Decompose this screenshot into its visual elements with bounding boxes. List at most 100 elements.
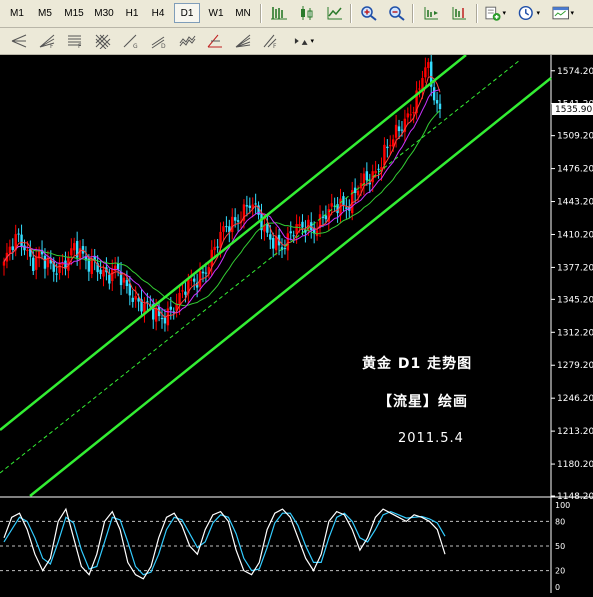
price-tick-label: 1246.20 bbox=[557, 394, 593, 404]
candle-body bbox=[295, 224, 298, 234]
candle-body bbox=[286, 233, 290, 251]
chart-annotation-date: 2011.5.4 bbox=[398, 431, 464, 446]
timeframe-w1-button[interactable]: W1 bbox=[204, 3, 228, 23]
candle-body bbox=[397, 126, 401, 132]
candle-body bbox=[383, 144, 386, 166]
candle-body bbox=[298, 224, 301, 227]
channel-lower-line bbox=[29, 77, 552, 497]
candle-body bbox=[78, 248, 82, 260]
svg-text:F: F bbox=[50, 43, 54, 49]
fibonacci-time-zones-icon[interactable]: F bbox=[260, 31, 282, 51]
arrows-icon[interactable]: ▾ bbox=[292, 31, 314, 51]
timeframe-h4-button[interactable]: H4 bbox=[146, 3, 170, 23]
fibonacci-fan-icon[interactable]: F bbox=[36, 31, 58, 51]
candle-body bbox=[43, 255, 47, 269]
templates-icon[interactable]: ▾ bbox=[552, 3, 574, 23]
price-tick-label: 1509.20 bbox=[557, 132, 593, 142]
candle-body bbox=[435, 100, 439, 104]
candle-body bbox=[374, 170, 377, 174]
candle-body bbox=[122, 277, 126, 283]
gann-grid-icon[interactable] bbox=[92, 31, 114, 51]
candle-body bbox=[102, 269, 105, 277]
candle-body bbox=[301, 221, 304, 228]
price-tick-label: 1410.20 bbox=[557, 230, 593, 240]
candle-body bbox=[166, 308, 170, 326]
candle-body bbox=[386, 146, 389, 149]
timeframe-m30-button[interactable]: M30 bbox=[90, 3, 118, 23]
regression-channel-icon[interactable] bbox=[176, 31, 198, 51]
stoch-scale-label: 100 bbox=[555, 501, 570, 510]
candle-body bbox=[46, 258, 50, 268]
bar-chart-icon[interactable] bbox=[268, 3, 290, 23]
periods-icon[interactable]: ▾ bbox=[518, 3, 540, 23]
chart-canvas[interactable]: 1574.201541.201509.201476.201443.201410.… bbox=[0, 51, 593, 593]
candle-body bbox=[289, 231, 292, 234]
equidistant-channel-icon[interactable]: D bbox=[148, 31, 170, 51]
line-chart-icon[interactable] bbox=[324, 3, 346, 23]
auto-scroll-icon[interactable] bbox=[448, 3, 470, 23]
candle-body bbox=[26, 249, 29, 252]
timeframe-m1-button[interactable]: M1 bbox=[4, 3, 30, 23]
candle-body bbox=[201, 271, 205, 274]
timeframe-d1-button[interactable]: D1 bbox=[174, 3, 200, 23]
candle-body bbox=[58, 263, 61, 273]
candle-body bbox=[90, 258, 93, 275]
price-tick-label: 1574.20 bbox=[557, 67, 593, 77]
svg-text:D: D bbox=[161, 43, 166, 49]
candle-body bbox=[73, 243, 76, 251]
timeframe-m15-button[interactable]: M15 bbox=[60, 3, 88, 23]
timeframe-m5-button[interactable]: M5 bbox=[32, 3, 58, 23]
price-tick-label: 1443.20 bbox=[557, 198, 593, 208]
timeframe-h1-button[interactable]: H1 bbox=[120, 3, 144, 23]
timeframe-mn-button[interactable]: MN bbox=[230, 3, 256, 23]
candle-body bbox=[8, 246, 12, 254]
candle-body bbox=[146, 301, 149, 303]
candle-body bbox=[315, 230, 319, 237]
fibonacci-retracement-icon[interactable]: F bbox=[64, 31, 86, 51]
candle-body bbox=[272, 238, 275, 249]
candle-body bbox=[412, 112, 415, 114]
zoom-out-icon[interactable] bbox=[386, 3, 408, 23]
gann-fan-icon[interactable] bbox=[232, 31, 254, 51]
candle-body bbox=[169, 306, 172, 310]
chart-window[interactable]: 1574.201541.201509.201476.201443.201410.… bbox=[0, 51, 593, 593]
toolbar-separator bbox=[350, 4, 352, 23]
channel-upper-line bbox=[0, 54, 467, 431]
candle-body bbox=[181, 290, 184, 292]
candle-body bbox=[274, 236, 278, 251]
candle-body bbox=[345, 207, 348, 209]
zoom-in-icon[interactable] bbox=[358, 3, 380, 23]
chart-shift-icon[interactable] bbox=[420, 3, 442, 23]
candle-body bbox=[178, 292, 181, 306]
candlestick-icon[interactable] bbox=[296, 3, 318, 23]
candle-body bbox=[20, 234, 23, 247]
candle-body bbox=[125, 280, 129, 287]
drawing-toolbar: F F G D F ▾ bbox=[0, 28, 593, 55]
channel-mid-line bbox=[0, 59, 521, 474]
toolbar-separator bbox=[476, 4, 478, 23]
candle-body bbox=[2, 261, 6, 266]
candle-body bbox=[330, 203, 333, 207]
stoch-scale-label: 50 bbox=[555, 542, 565, 551]
candle-body bbox=[154, 308, 158, 322]
candle-body bbox=[292, 235, 295, 237]
candle-body bbox=[34, 257, 38, 270]
moving-average-fast bbox=[3, 76, 441, 319]
andrews-pitchfork-icon[interactable] bbox=[8, 31, 30, 51]
candle-body bbox=[283, 248, 287, 250]
candle-body bbox=[163, 317, 167, 324]
candle-body bbox=[406, 113, 410, 118]
indicators-icon[interactable]: ▾ bbox=[484, 3, 506, 23]
candle-body bbox=[193, 278, 196, 282]
price-tick-label: 1279.20 bbox=[557, 361, 593, 371]
fibonacci-expansion-icon[interactable] bbox=[204, 31, 226, 51]
candle-body bbox=[356, 190, 360, 196]
candle-body bbox=[400, 129, 404, 131]
timeframe-toolbar: M1 M5 M15 M30 H1 H4 D1 W1 MN ▾ ▾ ▾ bbox=[0, 0, 593, 28]
svg-text:G: G bbox=[133, 43, 138, 49]
gann-line-icon[interactable]: G bbox=[120, 31, 142, 51]
candle-body bbox=[11, 246, 14, 250]
candle-body bbox=[231, 216, 234, 233]
candle-body bbox=[213, 246, 216, 251]
candle-body bbox=[269, 234, 272, 240]
